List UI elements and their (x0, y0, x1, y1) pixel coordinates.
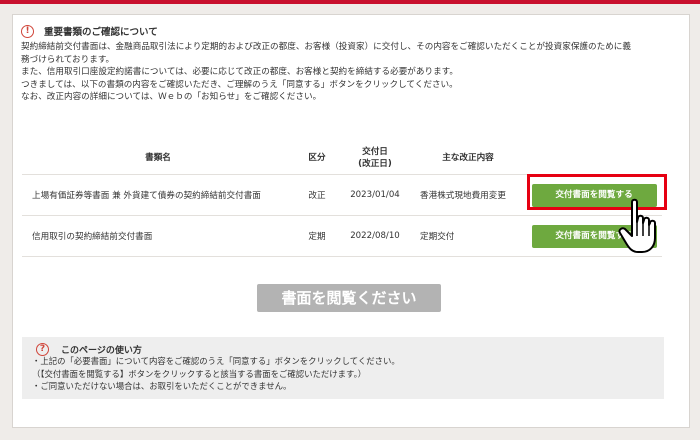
notice-line: なお、改正内容の詳細については、Ｗｅｂの「お知らせ」をご確認ください。 (21, 92, 322, 103)
howto-body: ・上記の「必要書面」について内容をご確認のうえ「同意する」ボタンをクリックしてく… (32, 355, 400, 393)
notice-title: 重要書類のご確認について (44, 27, 158, 38)
document-name: 上場有価証券等書面 兼 外貨建て債券の契約締結前交付書面 (22, 174, 294, 216)
notice-body: 契約締結前交付書面は、金融商品取引法により定期的および改正の都度、お客様（投資家… (21, 41, 661, 104)
document-change: 定期交付 (410, 215, 526, 257)
header-document-name: 書類名 (22, 140, 294, 175)
table-header-row: 書類名 区分 交付日 (改正日) 主な改正内容 (22, 140, 662, 175)
document-change: 香港株式現地費用変更 (410, 174, 526, 216)
document-date: 2023/01/04 (340, 174, 410, 216)
read-documents-button[interactable]: 書面を閲覧ください (257, 284, 441, 312)
document-kind: 改正 (294, 174, 340, 216)
header-delivery-date: 交付日 (改正日) (340, 140, 410, 175)
document-date: 2022/08/10 (340, 215, 410, 257)
document-kind: 定期 (294, 215, 340, 257)
document-name: 信用取引の契約締結前交付書面 (22, 215, 294, 257)
howto-line: ・ご同意いただけない場合は、お取引をいただくことができません。 (32, 381, 292, 392)
header-action (526, 140, 662, 175)
exclamation-circle-icon: ! (21, 24, 34, 38)
notice-line: また、信用取引口座設定約諾書については、必要に応じて改正の都度、お客様と契約を締… (21, 67, 458, 78)
header-kind: 区分 (294, 140, 340, 175)
pointing-hand-cursor-icon (618, 198, 656, 253)
important-notice: ! 重要書類のご確認について 契約締結前交付書面は、金融商品取引法により定期的お… (21, 23, 661, 104)
notice-line: 契約締結前交付書面は、金融商品取引法により定期的および改正の都度、お客様（投資家… (21, 42, 631, 52)
header-date-line2: (改正日) (358, 159, 392, 169)
notice-header: ! 重要書類のご確認について (21, 23, 661, 39)
notice-line: 務づけられております。 (21, 54, 115, 65)
notice-line: つきましては、以下の書類の内容をご確認いただき、ご理解のうえ「同意する」ボタンを… (21, 79, 458, 90)
header-date-line1: 交付日 (362, 147, 388, 157)
table-row: 信用取引の契約締結前交付書面 定期 2022/08/10 定期交付 交付書面を閲… (22, 215, 662, 257)
top-accent-bar (0, 0, 700, 4)
howto-line: （【交付書面を閲覧する】ボタンをクリックすると該当する書面をご確認いただけます。… (32, 368, 367, 379)
header-main-changes: 主な改正内容 (410, 140, 526, 175)
how-to-use-box: ? このページの使い方 ・上記の「必要書面」について内容をご確認のうえ「同意する… (22, 337, 664, 399)
howto-line: ・上記の「必要書面」について内容をご確認のうえ「同意する」ボタンをクリックしてく… (32, 356, 400, 366)
